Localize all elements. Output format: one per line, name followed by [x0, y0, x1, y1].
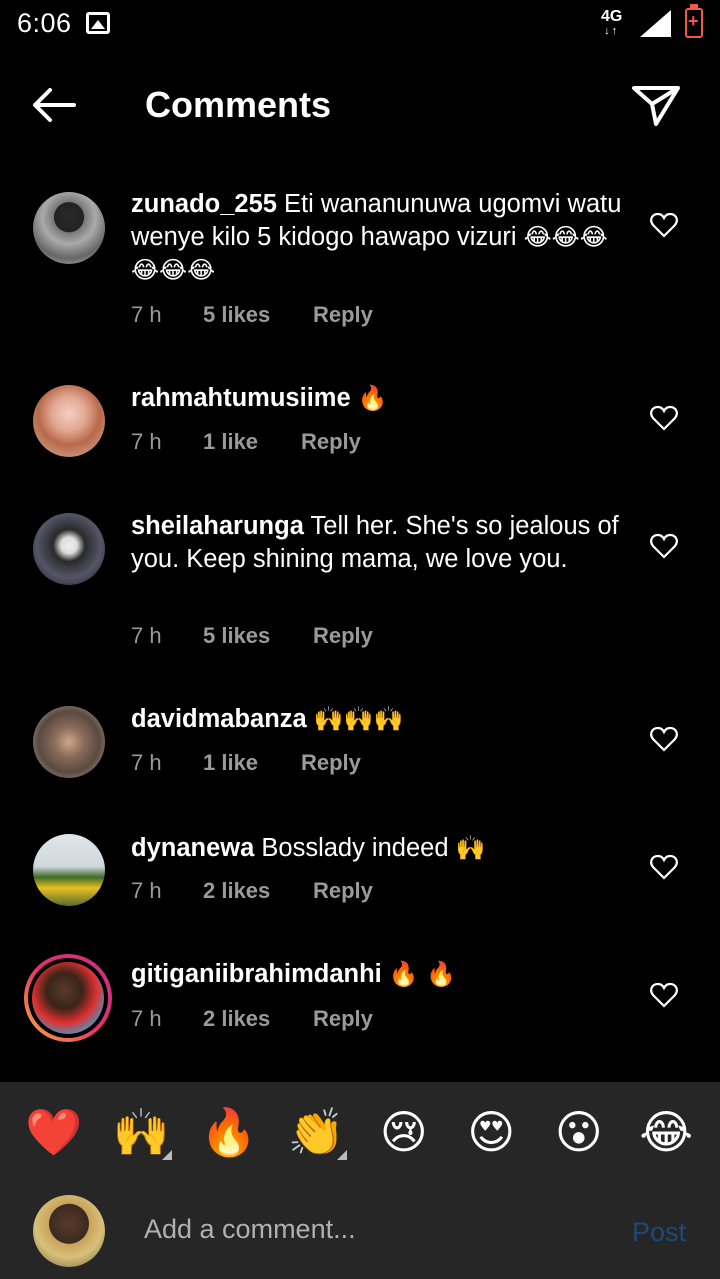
heart-icon[interactable] — [650, 726, 678, 752]
comment-meta: 7 h 5 likes Reply — [131, 302, 373, 328]
comment-likes[interactable]: 5 likes — [203, 302, 313, 328]
comment-body: Bosslady indeed — [254, 834, 456, 862]
comment-emoji: 🔥 — [357, 384, 388, 412]
comment-time: 7 h — [131, 623, 162, 648]
skin-tone-indicator-icon — [162, 1149, 173, 1160]
comment-text: gitiganiibrahimdanhi 🔥 🔥 — [131, 958, 631, 991]
comment-meta: 7 h 2 likes Reply — [131, 1006, 373, 1032]
avatar — [32, 962, 104, 1034]
network-icon: 4G ↓↑ — [601, 8, 623, 38]
reply-button[interactable]: Reply — [313, 623, 373, 649]
share-button[interactable] — [630, 80, 682, 130]
story-ring[interactable] — [24, 954, 112, 1042]
comment-username[interactable]: rahmahtumusiime — [131, 384, 351, 412]
reply-button[interactable]: Reply — [313, 1006, 373, 1032]
comment-username[interactable]: gitiganiibrahimdanhi — [131, 960, 382, 988]
comment-time: 7 h — [131, 1006, 162, 1031]
comment-meta: 7 h 5 likes Reply — [131, 623, 373, 649]
skin-tone-indicator-icon — [337, 1149, 348, 1160]
emoji-reaction-bar: ❤️ 🙌 🔥 👏 😢 😍 😮 😂 — [0, 1082, 720, 1182]
status-time: 6:06 — [17, 8, 72, 38]
emoji-heart[interactable]: ❤️ — [19, 1105, 89, 1160]
heart-icon[interactable] — [650, 982, 678, 1008]
avatar[interactable] — [33, 834, 105, 906]
network-type: 4G — [601, 8, 623, 25]
comment-emoji: 🙌🙌🙌 — [313, 705, 404, 733]
page-title: Comments — [145, 84, 332, 125]
comment-emoji: 🔥 🔥 — [388, 960, 457, 988]
post-button[interactable]: Post — [632, 1217, 686, 1248]
comment-composer: Add a comment... Post — [0, 1182, 720, 1279]
emoji-fire[interactable]: 🔥 — [194, 1105, 264, 1160]
comment-time: 7 h — [131, 878, 162, 903]
heart-icon[interactable] — [650, 405, 678, 431]
comment-text: rahmahtumusiime 🔥 — [131, 382, 631, 415]
avatar[interactable] — [33, 385, 105, 457]
heart-icon[interactable] — [650, 854, 678, 880]
comment-meta: 7 h 2 likes Reply — [131, 878, 373, 904]
reply-button[interactable]: Reply — [313, 878, 373, 904]
comment-likes[interactable]: 5 likes — [203, 623, 313, 649]
reply-button[interactable]: Reply — [301, 750, 361, 776]
emoji-clapping-hands[interactable]: 👏 — [281, 1105, 351, 1160]
comment-likes[interactable]: 1 like — [203, 750, 301, 776]
reply-button[interactable]: Reply — [313, 302, 373, 328]
avatar[interactable] — [33, 706, 105, 778]
comment-username[interactable]: zunado_255 — [131, 190, 277, 218]
comment-time: 7 h — [131, 750, 162, 775]
signal-icon — [640, 10, 671, 37]
header: Comments — [0, 60, 720, 150]
emoji-crying-face[interactable]: 😢 — [369, 1105, 439, 1159]
network-arrows: ↓↑ — [604, 25, 620, 37]
back-button[interactable] — [26, 80, 82, 130]
reply-button[interactable]: Reply — [301, 429, 361, 455]
avatar[interactable] — [33, 192, 105, 264]
emoji-surprised-face[interactable]: 😮 — [544, 1105, 614, 1159]
comment-time: 7 h — [131, 429, 162, 454]
comment-meta: 7 h 1 like Reply — [131, 750, 361, 776]
status-bar: 6:06 4G ↓↑ — [0, 0, 720, 50]
paper-plane-icon — [632, 86, 680, 126]
comment-likes[interactable]: 2 likes — [203, 878, 313, 904]
emoji-raised-hands[interactable]: 🙌 — [106, 1105, 176, 1160]
comment-body — [307, 705, 314, 733]
comment-time: 7 h — [131, 302, 162, 327]
comment-username[interactable]: davidmabanza — [131, 705, 307, 733]
comment-text: sheilaharunga Tell her. She's so jealous… — [131, 510, 631, 576]
avatar[interactable] — [33, 513, 105, 585]
emoji-heart-eyes[interactable]: 😍 — [456, 1105, 526, 1159]
comment-username[interactable]: sheilaharunga — [131, 512, 304, 540]
gallery-icon — [86, 12, 110, 34]
current-user-avatar — [33, 1195, 105, 1267]
emoji-laughing-face[interactable]: 😂 — [631, 1105, 701, 1159]
comment-likes[interactable]: 2 likes — [203, 1006, 313, 1032]
comment-body — [351, 384, 358, 412]
comment-meta: 7 h 1 like Reply — [131, 429, 361, 455]
comment-input[interactable]: Add a comment... — [144, 1214, 356, 1245]
comment-username[interactable]: dynanewa — [131, 834, 254, 862]
comment-likes[interactable]: 1 like — [203, 429, 301, 455]
heart-icon[interactable] — [650, 533, 678, 559]
battery-icon — [685, 4, 703, 38]
back-arrow-icon — [33, 88, 76, 122]
comment-text: dynanewa Bosslady indeed 🙌 — [131, 832, 631, 865]
comment-body — [382, 960, 389, 988]
comment-emoji: 🙌 — [455, 834, 486, 862]
comment-text: zunado_255 Eti wananunuwa ugomvi watu we… — [131, 188, 631, 287]
heart-icon[interactable] — [650, 212, 678, 238]
comment-text: davidmabanza 🙌🙌🙌 — [131, 703, 631, 736]
